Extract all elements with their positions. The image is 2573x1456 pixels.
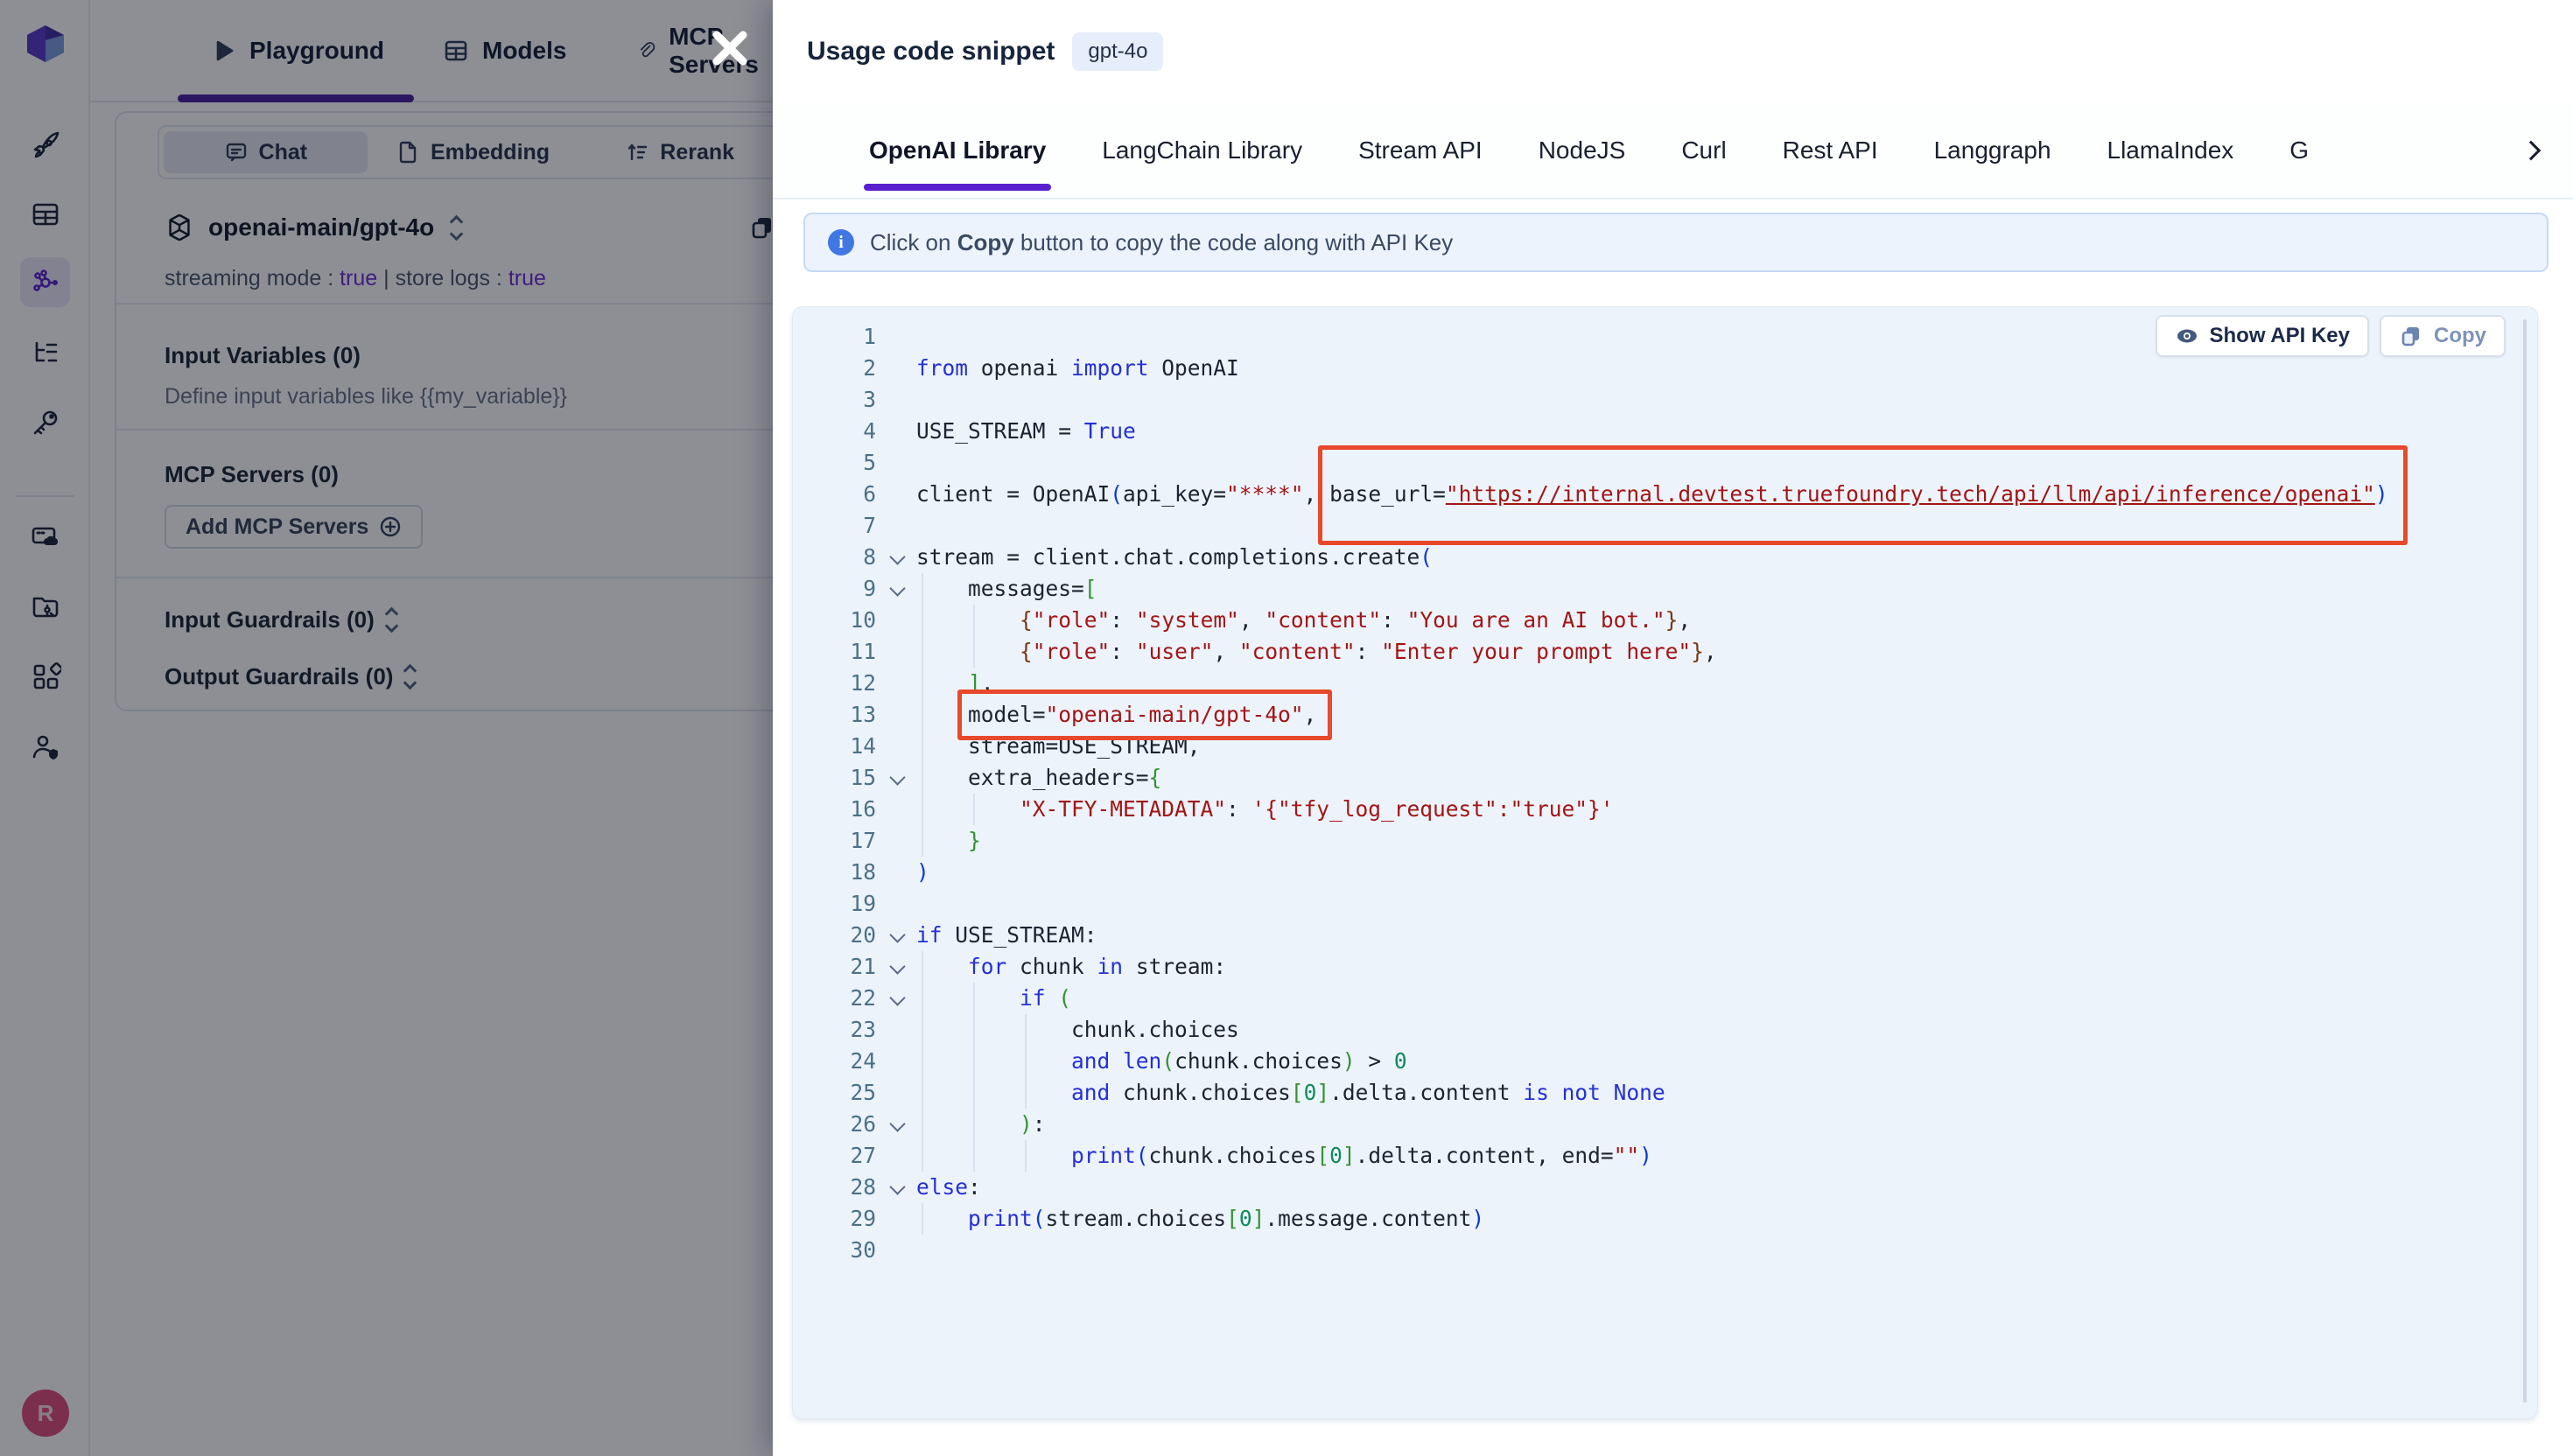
line-number: 27 (793, 1140, 876, 1172)
line-number: 5 (793, 447, 876, 479)
line-number: 2 (793, 353, 876, 384)
line-number: 19 (793, 888, 876, 920)
screen: R Playground Models MCP Servers Chat (0, 0, 2573, 1456)
code-line: 27 print(chunk.choices[0].delta.content,… (793, 1140, 2517, 1172)
code-line: 29 print(stream.choices[0].message.conte… (793, 1203, 2517, 1235)
code-scrollbar[interactable] (2523, 319, 2527, 1403)
fold-chevron-icon[interactable] (886, 1172, 910, 1203)
snippet-tab-g[interactable]: G (2289, 102, 2309, 198)
line-number: 22 (793, 983, 876, 1014)
code-line: 9 messages=[ (793, 573, 2517, 605)
modal-backdrop[interactable] (0, 0, 773, 1456)
close-modal-button[interactable] (704, 22, 756, 74)
modal-title: Usage code snippet (807, 37, 1055, 66)
fold-chevron-icon[interactable] (886, 951, 910, 983)
code-line: 25 and chunk.choices[0].delta.content is… (793, 1077, 2517, 1109)
line-number: 29 (793, 1203, 876, 1235)
code-line: 28else: (793, 1172, 2517, 1203)
code-line: 19 (793, 888, 2517, 920)
line-number: 4 (793, 416, 876, 447)
line-number: 7 (793, 510, 876, 542)
line-number: 15 (793, 762, 876, 794)
model-badge: gpt-4o (1072, 32, 1163, 71)
line-number: 26 (793, 1109, 876, 1140)
snippet-tab-curl[interactable]: Curl (1681, 102, 1726, 198)
show-api-key-button[interactable]: Show API Key (2156, 315, 2369, 357)
model-annotation-box (957, 690, 1332, 740)
line-number: 17 (793, 825, 876, 857)
code-line: 17 } (793, 825, 2517, 857)
line-number: 16 (793, 794, 876, 825)
snippet-tab-llamaindex[interactable]: LlamaIndex (2107, 102, 2234, 198)
snippet-tab-langgraph[interactable]: Langgraph (1934, 102, 2051, 198)
line-number: 14 (793, 731, 876, 762)
tabs-scroll-right-button[interactable] (2506, 102, 2555, 198)
code-line: 11 {"role": "user", "content": "Enter yo… (793, 636, 2517, 668)
code-line: 18) (793, 857, 2517, 888)
line-number: 28 (793, 1172, 876, 1203)
snippet-tab-rest-api[interactable]: Rest API (1783, 102, 1878, 198)
snippet-tab-stream-api[interactable]: Stream API (1358, 102, 1483, 198)
snippet-tab-langchain-library[interactable]: LangChain Library (1102, 102, 1302, 198)
line-number: 20 (793, 920, 876, 951)
line-number: 6 (793, 479, 876, 510)
code-line: 16 "X-TFY-METADATA": '{"tfy_log_request"… (793, 794, 2517, 825)
eye-icon (2175, 324, 2199, 348)
info-banner: i Click on Copy button to copy the code … (803, 213, 2548, 272)
code-line: 21 for chunk in stream: (793, 951, 2517, 983)
fold-chevron-icon[interactable] (886, 542, 910, 573)
line-number: 8 (793, 542, 876, 573)
line-number: 23 (793, 1014, 876, 1046)
code-viewer: Show API Key Copy 12from openai import O… (792, 306, 2538, 1419)
line-number: 13 (793, 699, 876, 731)
snippet-tabs: OpenAI Library LangChain Library Stream AP… (773, 102, 2573, 200)
copy-code-button[interactable]: Copy (2380, 315, 2506, 357)
info-icon: i (828, 229, 854, 256)
code-line: 24 and len(chunk.choices) > 0 (793, 1046, 2517, 1077)
code-line: 15 extra_headers={ (793, 762, 2517, 794)
close-icon (704, 22, 756, 74)
line-number: 24 (793, 1046, 876, 1077)
copy-icon (2399, 324, 2423, 348)
modal-header: Usage code snippet gpt-4o (773, 0, 2573, 102)
base-url-annotation-box (1318, 445, 2408, 545)
chevron-right-icon (2521, 140, 2541, 160)
line-number: 11 (793, 636, 876, 668)
line-number: 18 (793, 857, 876, 888)
code-line: 10 {"role": "system", "content": "You ar… (793, 605, 2517, 636)
code-line: 26 ): (793, 1109, 2517, 1140)
line-number: 25 (793, 1077, 876, 1109)
fold-chevron-icon[interactable] (886, 573, 910, 605)
line-number: 10 (793, 605, 876, 636)
snippet-tab-nodejs[interactable]: NodeJS (1539, 102, 1626, 198)
code-line: 30 (793, 1235, 2517, 1266)
usage-code-snippet-modal: Usage code snippet gpt-4o OpenAI Library… (773, 0, 2573, 1456)
fold-chevron-icon[interactable] (886, 920, 910, 951)
line-number: 30 (793, 1235, 876, 1266)
code-line: 20if USE_STREAM: (793, 920, 2517, 951)
code-line: 3 (793, 384, 2517, 416)
line-number: 3 (793, 384, 876, 416)
fold-chevron-icon[interactable] (886, 983, 910, 1014)
code-actions: Show API Key Copy (2156, 315, 2506, 357)
line-number: 12 (793, 668, 876, 699)
line-number: 9 (793, 573, 876, 605)
code-line: 8stream = client.chat.completions.create… (793, 542, 2517, 573)
code-line: 2from openai import OpenAI (793, 353, 2517, 384)
line-number: 1 (793, 321, 876, 353)
fold-chevron-icon[interactable] (886, 1109, 910, 1140)
code-line: 23 chunk.choices (793, 1014, 2517, 1046)
code-line: 22 if ( (793, 983, 2517, 1014)
line-number: 21 (793, 951, 876, 983)
fold-chevron-icon[interactable] (886, 762, 910, 794)
code-line: 4USE_STREAM = True (793, 416, 2517, 447)
snippet-tab-openai-library[interactable]: OpenAI Library (869, 102, 1046, 198)
